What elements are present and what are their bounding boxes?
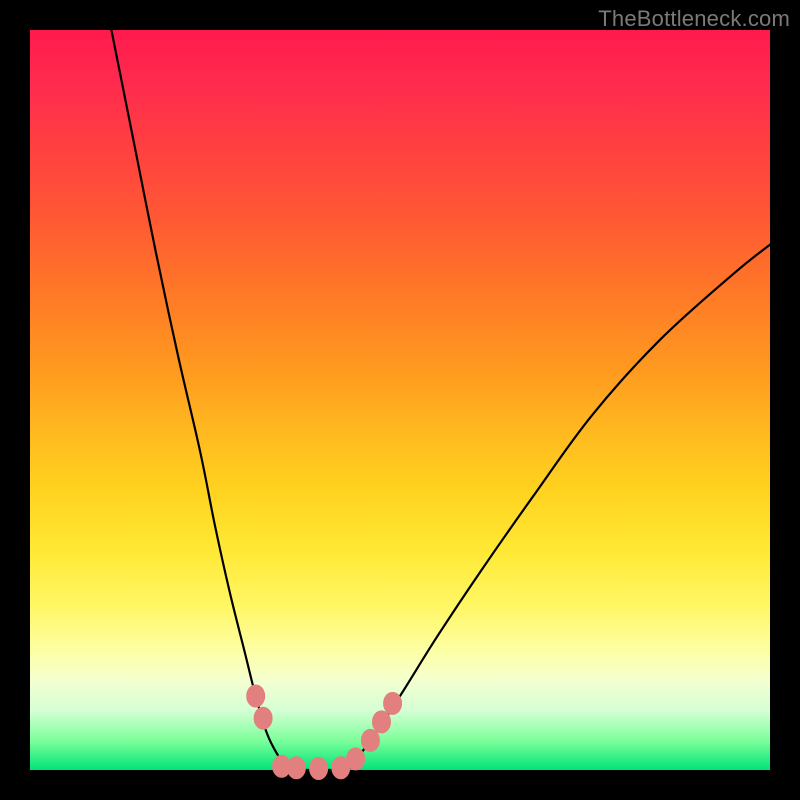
curve-group xyxy=(111,30,770,770)
data-marker xyxy=(310,758,328,780)
watermark-text: TheBottleneck.com xyxy=(598,6,790,32)
data-marker xyxy=(247,685,265,707)
data-marker xyxy=(347,748,365,770)
chart-container: TheBottleneck.com xyxy=(0,0,800,800)
data-marker xyxy=(287,757,305,779)
data-marker xyxy=(254,707,272,729)
curves-svg xyxy=(30,30,770,770)
plot-area xyxy=(30,30,770,770)
marker-group xyxy=(247,685,402,780)
left-curve xyxy=(111,30,289,770)
data-marker xyxy=(373,711,391,733)
data-marker xyxy=(384,692,402,714)
right-curve xyxy=(348,245,770,770)
data-marker xyxy=(361,729,379,751)
